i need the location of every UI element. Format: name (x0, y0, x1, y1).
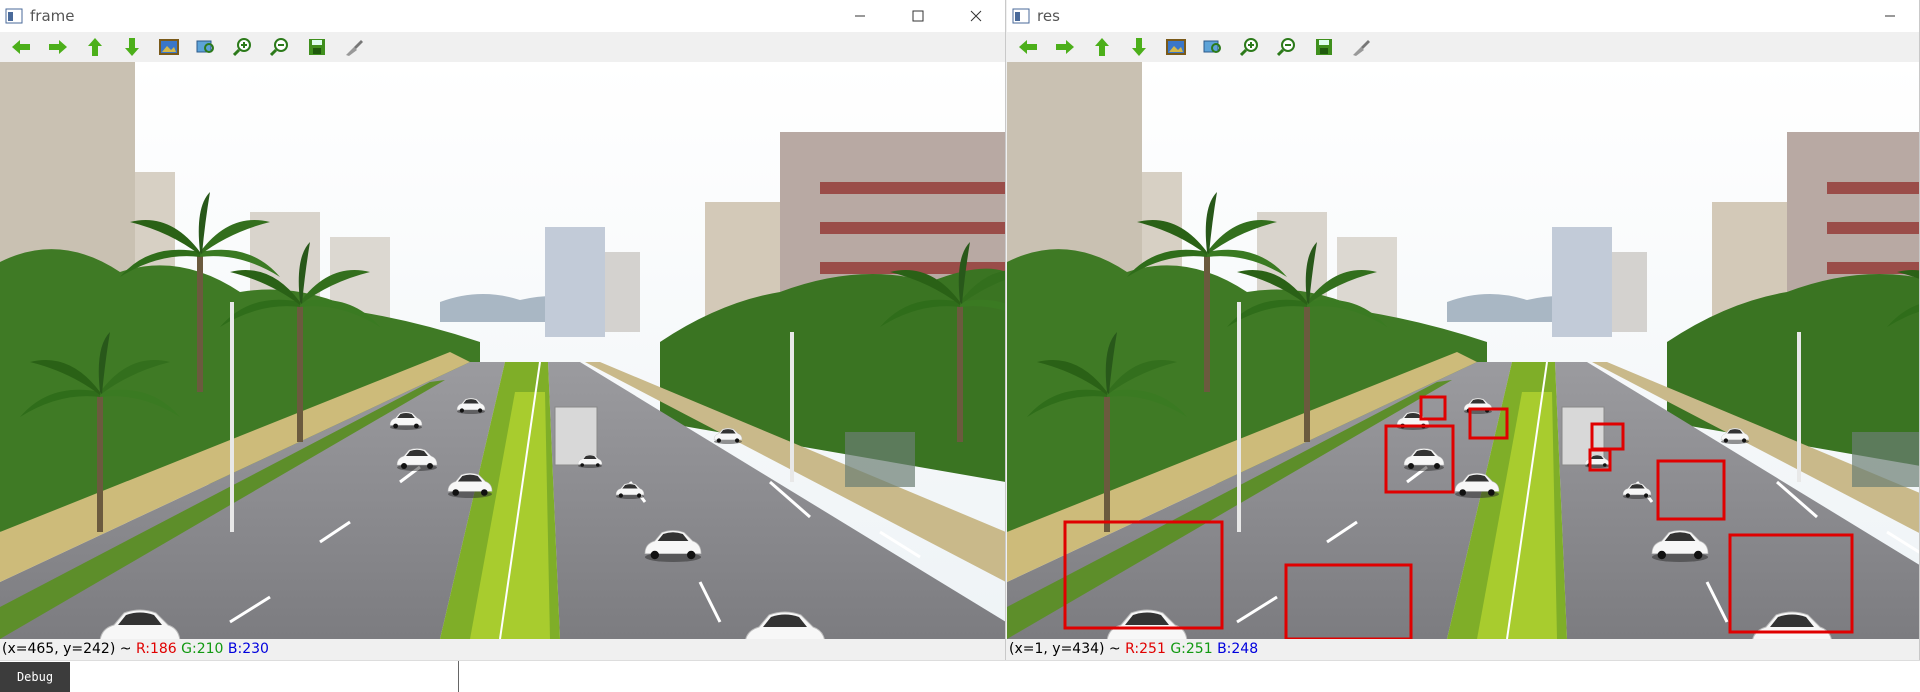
zoom-out-icon (269, 38, 288, 57)
pan-down-button[interactable] (113, 32, 150, 62)
video-frame-image (0, 62, 1005, 639)
pan-down-button[interactable] (1120, 32, 1157, 62)
pixel-green-value: G:210 (181, 641, 224, 657)
pan-left-icon (1018, 40, 1037, 54)
zoom-image-button[interactable] (150, 32, 187, 62)
properties-icon (345, 40, 363, 56)
minimize-button[interactable] (1861, 0, 1919, 32)
zoom-fit-button[interactable] (187, 32, 224, 62)
pan-left-button[interactable] (2, 32, 39, 62)
pan-right-icon (1055, 40, 1074, 54)
zoom-out-button[interactable] (261, 32, 298, 62)
window-frame: frame (x=465, y=242) ~ R:186 G:210 B:230 (0, 0, 1006, 660)
pixel-blue-value: B:230 (227, 641, 269, 657)
status-bar: (x=1, y=434) ~ R:251 G:251 B:248 (1007, 639, 1919, 660)
pan-up-button[interactable] (76, 32, 113, 62)
pixel-green-value: G:251 (1170, 641, 1213, 657)
zoom-image-icon (1165, 39, 1186, 55)
zoom-in-icon (1239, 38, 1258, 57)
save-icon (308, 39, 325, 55)
zoom-fit-icon (1203, 40, 1221, 53)
ide-bottom-bar: Debug (0, 660, 1920, 692)
properties-button[interactable] (335, 32, 372, 62)
pan-up-button[interactable] (1083, 32, 1120, 62)
zoom-in-button[interactable] (1231, 32, 1268, 62)
save-button[interactable] (298, 32, 335, 62)
zoom-out-icon (1276, 38, 1295, 57)
toolbar (0, 32, 1005, 62)
zoom-image-icon (158, 39, 179, 55)
pan-left-icon (11, 40, 30, 54)
zoom-out-button[interactable] (1268, 32, 1305, 62)
save-icon (1315, 39, 1332, 55)
zoom-in-icon (232, 38, 251, 57)
close-button[interactable] (947, 0, 1005, 32)
pan-up-icon (1094, 38, 1109, 56)
status-bar: (x=465, y=242) ~ R:186 G:210 B:230 (0, 639, 1005, 660)
pixel-red-value: R:186 (135, 641, 177, 657)
close-icon (970, 10, 982, 22)
pan-down-icon (1131, 38, 1146, 56)
pixel-blue-value: B:248 (1217, 641, 1259, 657)
window-res: res (x=1, y=434) ~ R:251 G:251 B:248 (1007, 0, 1920, 660)
window-title: frame (30, 7, 75, 25)
zoom-fit-button[interactable] (1194, 32, 1231, 62)
minimize-button[interactable] (831, 0, 889, 32)
image-view[interactable] (0, 62, 1005, 639)
window-title: res (1037, 7, 1060, 25)
detection-result-image (1007, 62, 1919, 639)
zoom-in-button[interactable] (224, 32, 261, 62)
title-bar[interactable]: frame (0, 0, 1005, 32)
maximize-button[interactable] (889, 0, 947, 32)
window-icon (4, 6, 24, 26)
window-icon (1011, 6, 1031, 26)
zoom-fit-icon (196, 40, 214, 53)
debug-tab[interactable]: Debug (0, 662, 70, 692)
save-button[interactable] (1305, 32, 1342, 62)
panel-divider (458, 661, 459, 692)
pan-right-icon (48, 40, 67, 54)
image-view[interactable] (1007, 62, 1919, 639)
properties-icon (1352, 40, 1370, 56)
cursor-coords: (x=1, y=434) ~ (1009, 641, 1126, 657)
pan-left-button[interactable] (1009, 32, 1046, 62)
properties-button[interactable] (1342, 32, 1379, 62)
cursor-coords: (x=465, y=242) ~ (2, 641, 136, 657)
pan-down-icon (124, 38, 139, 56)
pan-right-button[interactable] (39, 32, 76, 62)
minimize-icon (855, 15, 865, 17)
toolbar (1007, 32, 1919, 62)
minimize-icon (1885, 15, 1895, 17)
zoom-image-button[interactable] (1157, 32, 1194, 62)
pan-up-icon (87, 38, 102, 56)
maximize-icon (912, 10, 924, 22)
title-bar[interactable]: res (1007, 0, 1919, 32)
pan-right-button[interactable] (1046, 32, 1083, 62)
pixel-red-value: R:251 (1125, 641, 1166, 657)
